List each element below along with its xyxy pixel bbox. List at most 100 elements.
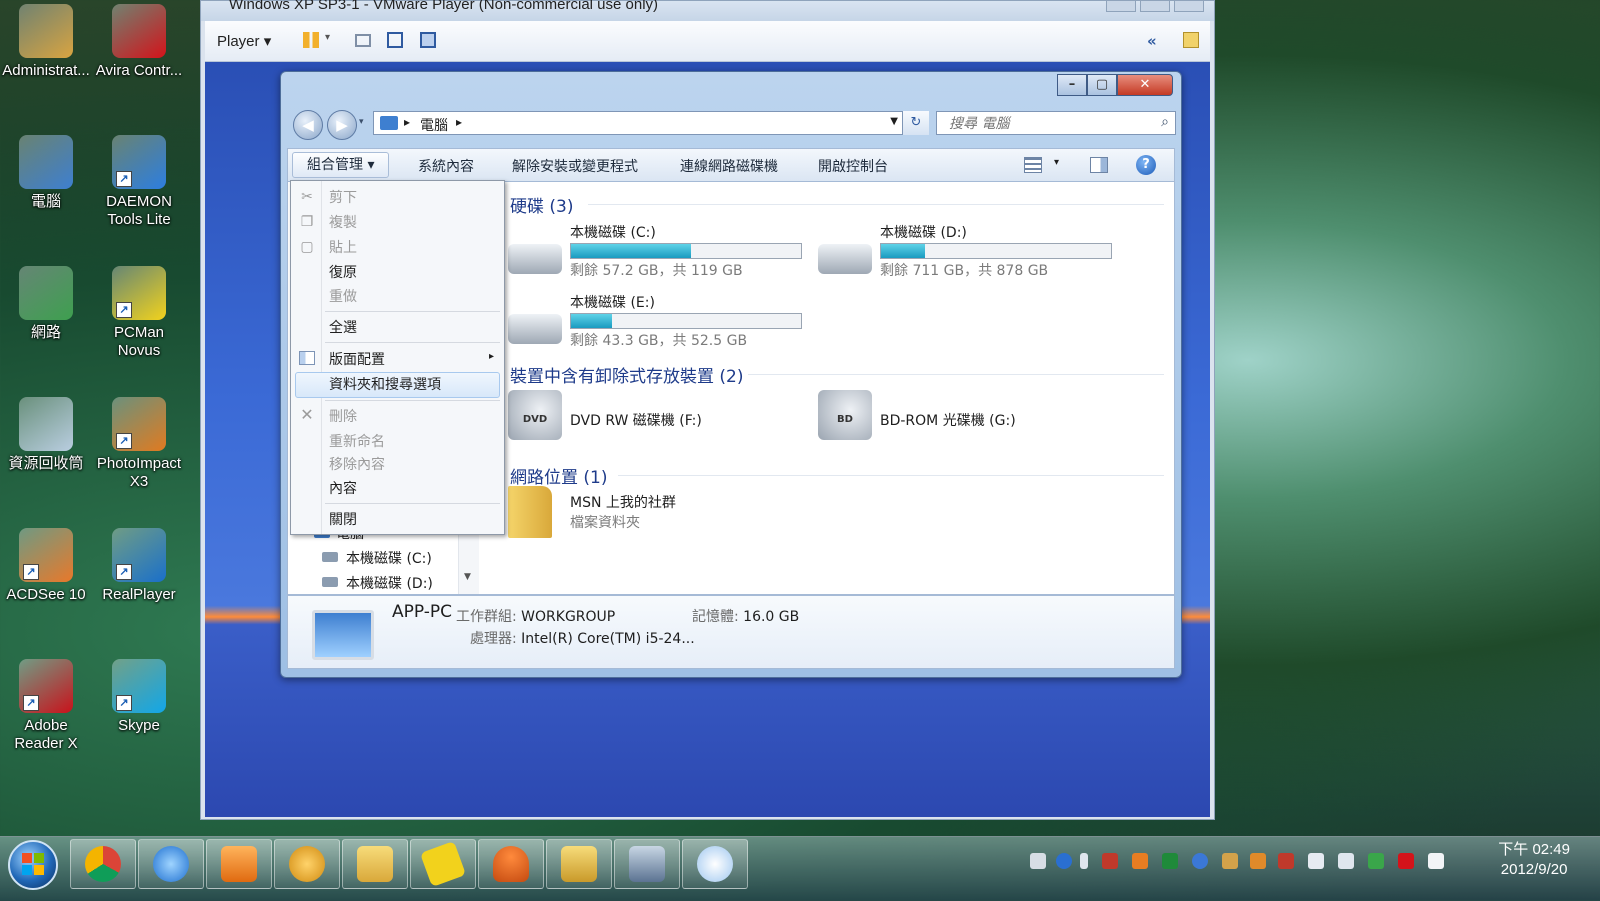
taskbar-chrome[interactable] (70, 839, 136, 889)
system-properties-button[interactable]: 系統內容 (418, 156, 474, 176)
security-icon[interactable] (1368, 853, 1384, 869)
desktop-icon[interactable]: 網路 (0, 260, 93, 342)
tool-icon[interactable] (1102, 853, 1118, 869)
menu-item-remove-properties[interactable]: 移除內容 (329, 454, 385, 474)
menu-item-select-all[interactable]: 全選 (329, 317, 357, 337)
menu-item-delete[interactable]: 刪除 (329, 406, 357, 426)
taskbar-music-player[interactable] (274, 839, 340, 889)
taskbar-pcman[interactable] (410, 839, 476, 889)
desktop-icon[interactable]: ↗ PhotoImpact X3 (92, 391, 186, 491)
player-menu-button[interactable]: Player ▾ (217, 32, 271, 50)
preview-pane-icon[interactable] (1090, 157, 1108, 173)
desktop-icon[interactable]: Avira Contr... (92, 0, 186, 80)
forward-button[interactable]: ▶ (327, 110, 357, 140)
drive-f[interactable]: DVD DVD RW 磁碟機 (F:) (508, 390, 808, 440)
view-dropdown-icon[interactable]: ▾ (1054, 157, 1059, 168)
desktop-icon[interactable]: ↗ Adobe Reader X (0, 653, 93, 753)
drive-d[interactable]: 本機磁碟 (D:) 剩餘 711 GB，共 878 GB (818, 222, 1118, 282)
taskbar-network-tool[interactable] (546, 839, 612, 889)
pause-icon[interactable] (303, 32, 319, 48)
refresh-icon[interactable]: ↻ (902, 111, 929, 135)
help-icon[interactable]: ? (1136, 155, 1156, 175)
taskbar-explorer[interactable] (342, 839, 408, 889)
menu-item-folder-options[interactable]: 資料夾和搜尋選項 (329, 374, 441, 394)
address-dropdown-icon[interactable]: ▼ (890, 116, 898, 127)
menu-item-layout[interactable]: 版面配置 (329, 349, 385, 369)
help-icon[interactable] (1056, 853, 1072, 869)
volume-icon[interactable] (1308, 853, 1324, 869)
close-button[interactable]: ✕ (1117, 74, 1173, 96)
desktop-icon[interactable]: ↗ ACDSee 10 (0, 522, 93, 604)
breadcrumb-computer[interactable]: 電腦 (420, 115, 448, 135)
vmware-maximize-button[interactable] (1140, 1, 1170, 12)
pause-dropdown-icon[interactable]: ▾ (325, 32, 341, 48)
desktop-icon[interactable]: 資源回收筒 (0, 391, 93, 473)
drive-g[interactable]: BD BD-ROM 光碟機 (G:) (818, 390, 1118, 440)
globe-icon[interactable] (1192, 853, 1208, 869)
tree-item-d-drive[interactable]: 本機磁碟 (D:) (346, 573, 433, 593)
menu-item-undo[interactable]: 復原 (329, 262, 357, 282)
action-center-flag-icon[interactable] (1428, 853, 1444, 869)
unity-icon[interactable] (420, 32, 436, 48)
search-box[interactable]: ⌕ (936, 111, 1176, 135)
collapse-toolbar-icon[interactable]: « (1147, 32, 1163, 50)
address-bar[interactable]: ▸ 電腦 ▸ ▼ ↻ (373, 111, 929, 135)
tree-item-c-drive[interactable]: 本機磁碟 (C:) (346, 548, 432, 568)
taskbar-app-mushroom[interactable] (478, 839, 544, 889)
desktop-icon[interactable]: ↗ PCMan Novus (92, 260, 186, 360)
minimize-button[interactable]: – (1057, 74, 1087, 96)
search-input[interactable] (947, 115, 1151, 133)
menu-item-paste[interactable]: 貼上 (329, 237, 357, 257)
camera-icon[interactable] (1132, 853, 1148, 869)
desktop-icon[interactable]: 電腦 (0, 129, 93, 211)
map-network-drive-button[interactable]: 連線網路磁碟機 (680, 156, 778, 176)
search-icon[interactable]: ⌕ (1161, 114, 1169, 130)
fullscreen-icon[interactable] (387, 32, 403, 48)
vmware-minimize-button[interactable] (1106, 1, 1136, 12)
message-log-icon[interactable] (1183, 32, 1199, 48)
recent-pages-dropdown-icon[interactable]: ▾ (359, 117, 364, 127)
breadcrumb-arrow-icon[interactable]: ▸ (404, 115, 410, 129)
start-button[interactable] (8, 840, 58, 890)
desktop-icon[interactable]: Administrat... (0, 0, 93, 80)
desktop-icon[interactable]: ↗ RealPlayer (92, 522, 186, 604)
uninstall-program-button[interactable]: 解除安裝或變更程式 (512, 156, 638, 176)
organize-button[interactable]: 組合管理 ▾ (292, 152, 390, 178)
taskbar-paint[interactable] (682, 839, 748, 889)
taskbar-internet-explorer[interactable] (138, 839, 204, 889)
shortcut-arrow-icon: ↗ (116, 171, 132, 187)
menu-item-copy[interactable]: 複製 (329, 212, 357, 232)
breadcrumb-arrow-icon[interactable]: ▸ (456, 115, 462, 129)
speaker-muted-icon[interactable] (1278, 853, 1294, 869)
vmware-title-bar[interactable]: Windows XP SP3-1 - VMware Player (Non-co… (201, 0, 1214, 21)
clock[interactable]: 下午 02:49 2012/9/20 (1498, 840, 1570, 880)
network-location-msn[interactable]: MSN 上我的社群 檔案資料夾 (508, 482, 808, 542)
daemon-tray-icon[interactable] (1222, 853, 1238, 869)
desktop-icon[interactable]: ↗ Skype (92, 653, 186, 735)
drive-c[interactable]: 本機磁碟 (C:) 剩餘 57.2 GB，共 119 GB (508, 222, 808, 282)
desktop-icon[interactable]: ↗ DAEMON Tools Lite (92, 129, 186, 229)
menu-item-rename[interactable]: 重新命名 (329, 431, 385, 451)
flag-grid-icon[interactable] (1250, 853, 1266, 869)
group-header-removable[interactable]: 裝置中含有卸除式存放裝置 (2) (510, 362, 743, 387)
keyboard-icon[interactable] (1030, 853, 1046, 869)
menu-item-redo[interactable]: 重做 (329, 286, 357, 306)
usb-icon[interactable] (1080, 853, 1088, 869)
avira-tray-icon[interactable] (1398, 853, 1414, 869)
change-view-icon[interactable] (1024, 157, 1042, 173)
vmware-close-button[interactable] (1174, 1, 1204, 12)
send-ctrl-alt-del-icon[interactable] (355, 34, 371, 47)
open-control-panel-button[interactable]: 開啟控制台 (818, 156, 888, 176)
taskbar-vmware-player[interactable] (614, 839, 680, 889)
back-button[interactable]: ◀ (293, 110, 323, 140)
taskbar-media-player[interactable] (206, 839, 272, 889)
monitor-icon[interactable] (1162, 853, 1178, 869)
drive-e[interactable]: 本機磁碟 (E:) 剩餘 43.3 GB，共 52.5 GB (508, 292, 808, 352)
menu-item-close[interactable]: 關閉 (329, 509, 357, 529)
maximize-button[interactable]: ▢ (1087, 74, 1117, 96)
menu-item-cut[interactable]: 剪下 (329, 187, 357, 207)
scroll-down-icon[interactable]: ▼ (464, 572, 471, 582)
group-header-hard-disks[interactable]: 硬碟 (3) (510, 192, 573, 217)
network-status-icon[interactable] (1338, 853, 1354, 869)
menu-item-properties[interactable]: 內容 (329, 478, 357, 498)
